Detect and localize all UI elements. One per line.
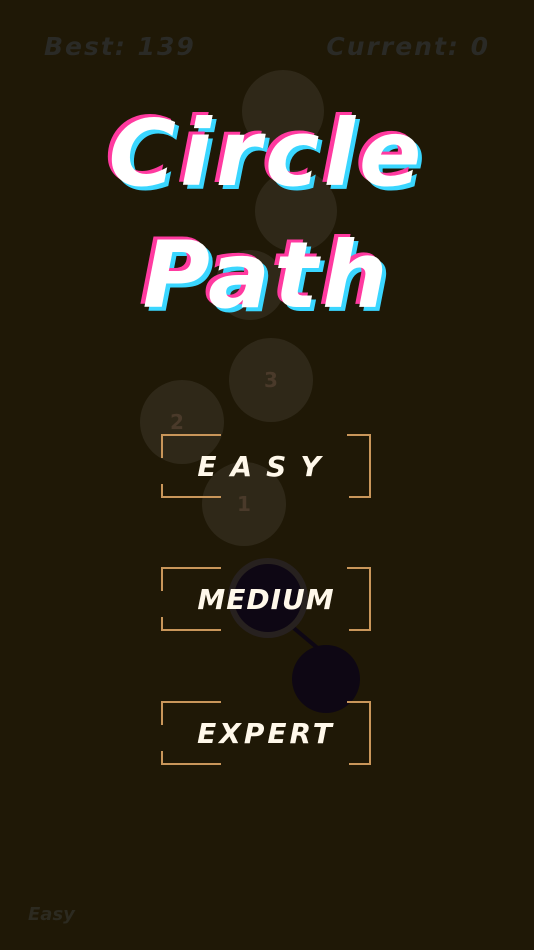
mode-indicator: Easy [28, 904, 75, 925]
bracket-corner [161, 751, 221, 765]
current-score: Current: 0 [326, 32, 490, 61]
best-score: Best: 139 [44, 32, 196, 61]
bracket-corner [161, 701, 221, 725]
title-line-1: Circle [108, 100, 426, 207]
expert-button[interactable]: EXPERT [161, 701, 371, 765]
path-circle-3: 3 [229, 338, 313, 422]
medium-button[interactable]: MEDIUM [161, 567, 371, 631]
path-number: 2 [170, 410, 184, 434]
bracket-corner [161, 484, 221, 498]
bracket-corner [349, 701, 371, 765]
bracket-corner [349, 567, 371, 631]
title-line-2: Path [142, 222, 392, 329]
easy-button[interactable]: EASY [161, 434, 371, 498]
bracket-corner [161, 617, 221, 631]
path-number: 3 [264, 368, 278, 392]
bracket-corner [161, 567, 221, 591]
bracket-corner [161, 434, 221, 458]
bracket-corner [349, 434, 371, 498]
